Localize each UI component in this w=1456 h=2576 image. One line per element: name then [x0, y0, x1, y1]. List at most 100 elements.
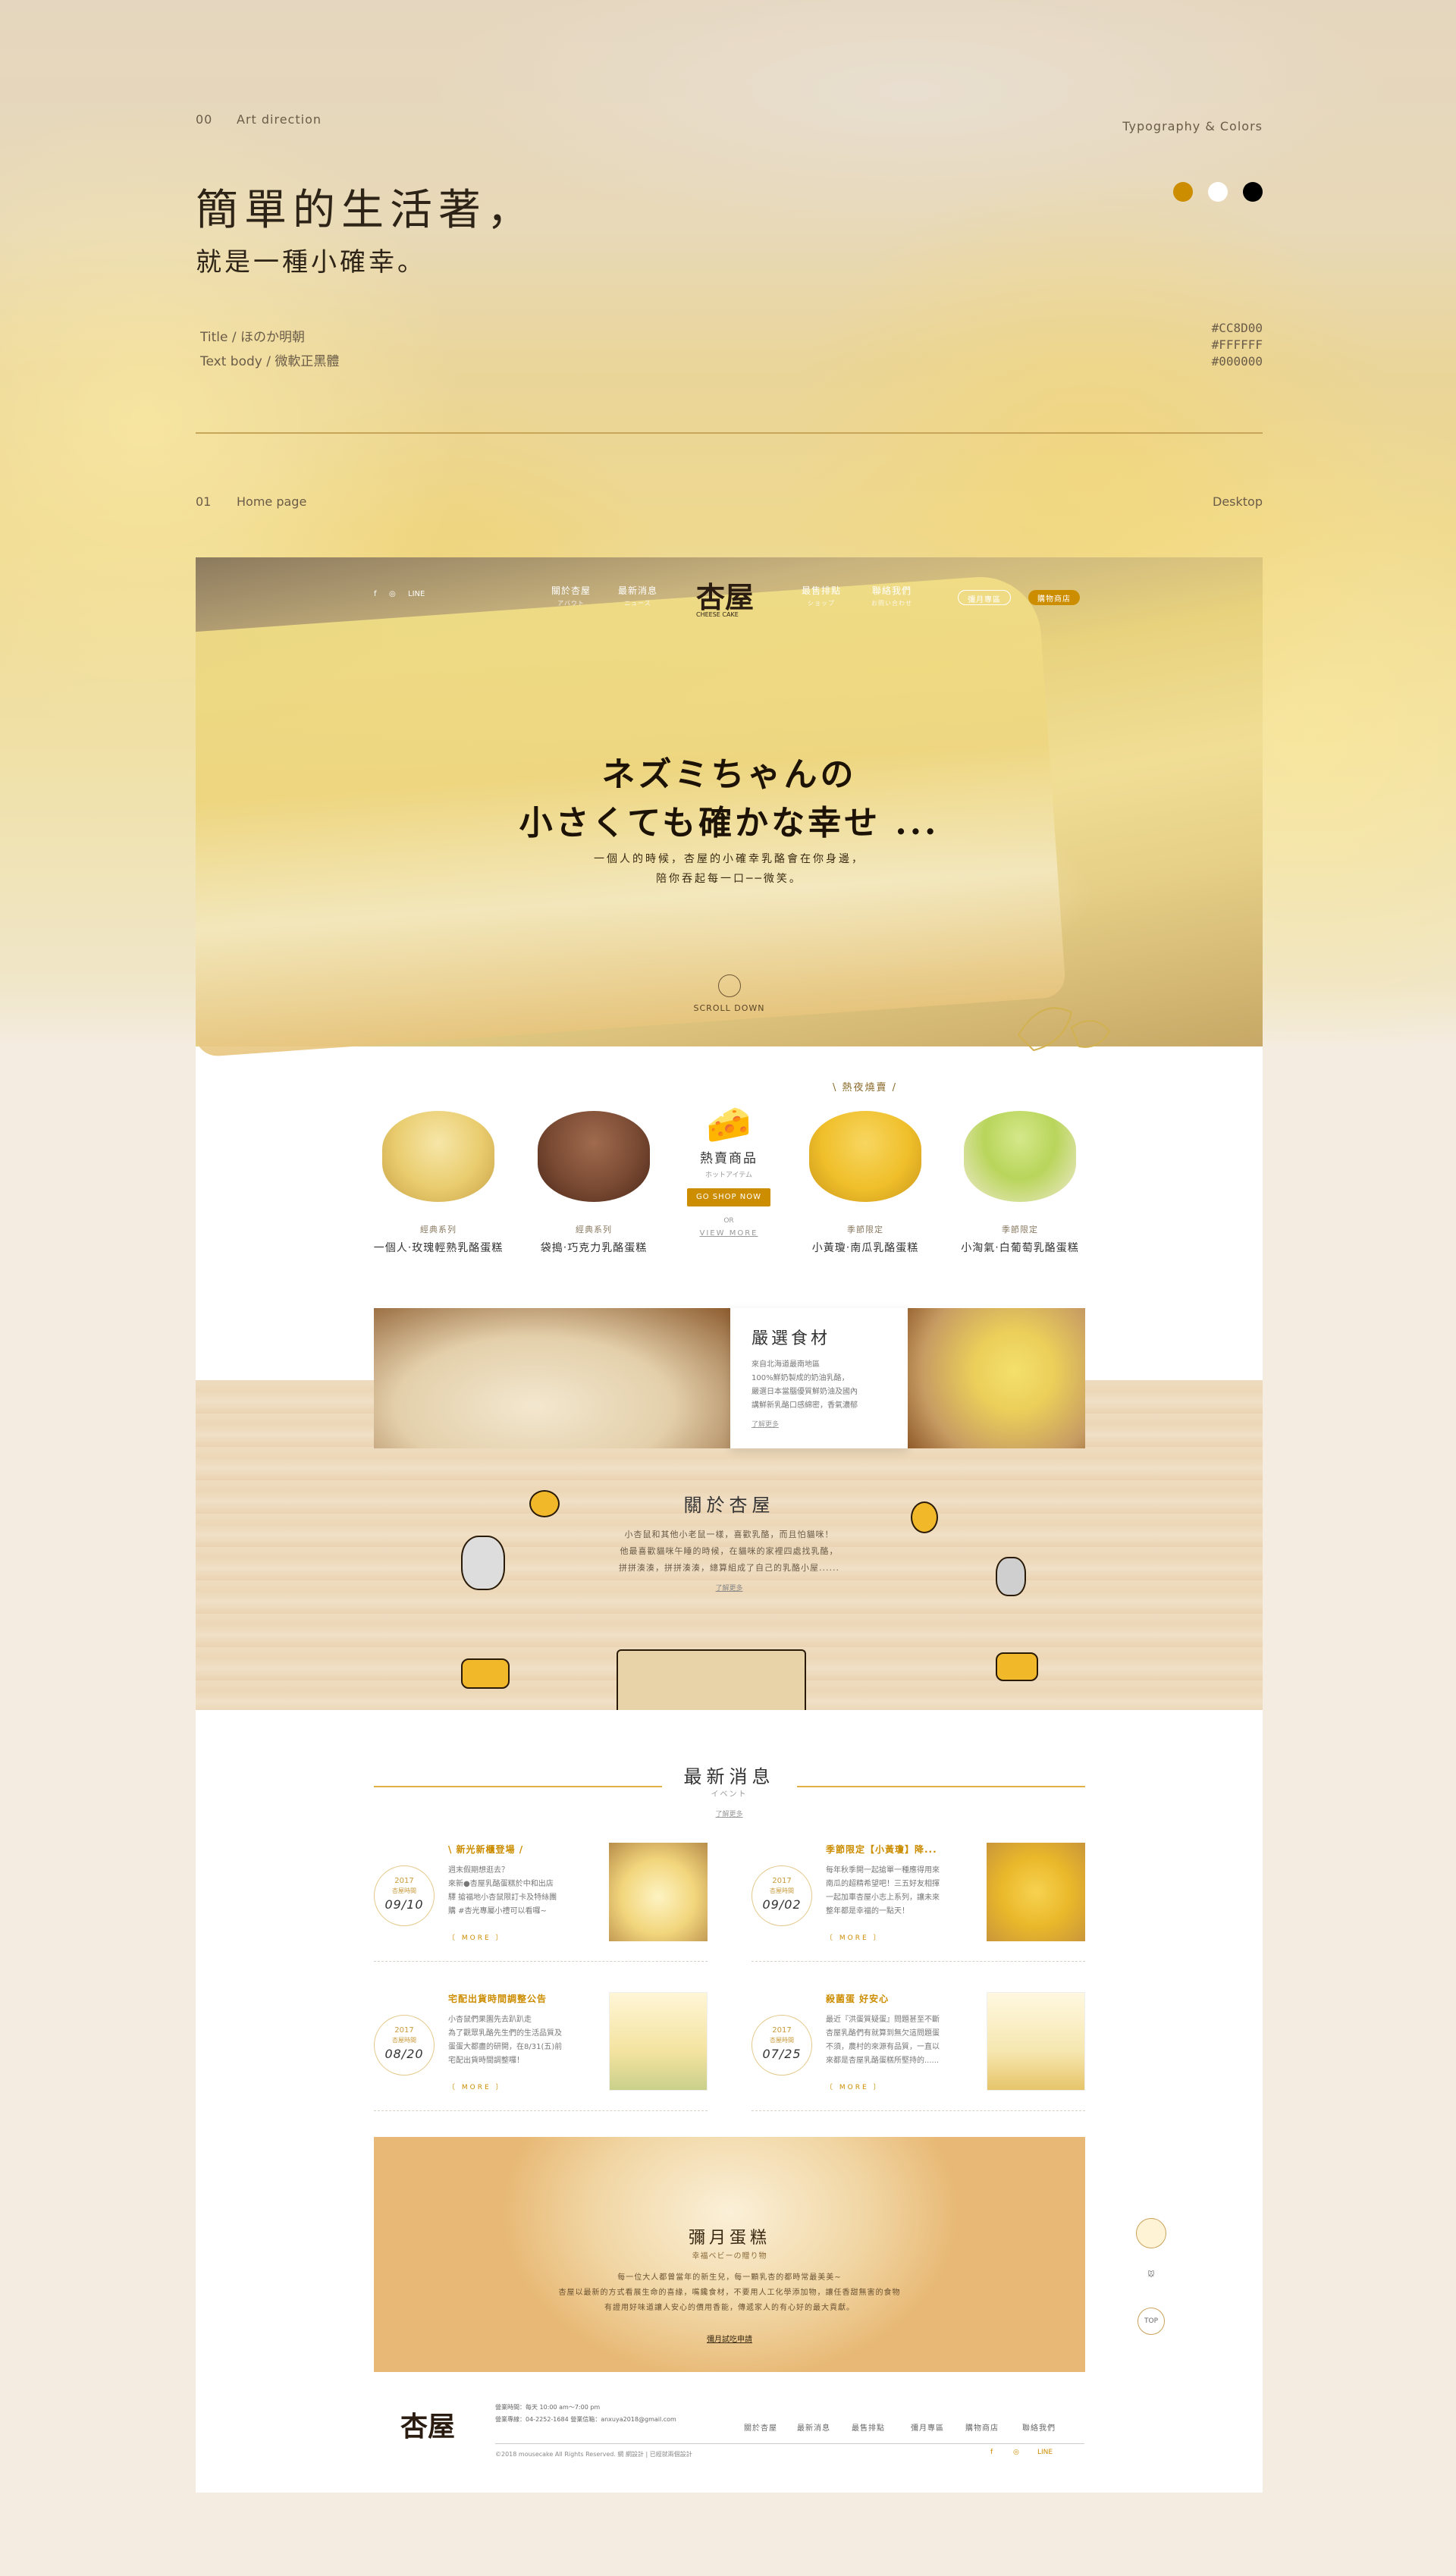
product-card[interactable]: 經典系列 一個人‧玫瑰輕熟乳酪蛋糕	[370, 1111, 507, 1255]
about-link[interactable]: 了解更多	[196, 1583, 1263, 1592]
footer-nav-news[interactable]: 最新消息	[797, 2421, 830, 2433]
cheese-crumb-icon	[911, 1501, 938, 1533]
news-year: 2017	[772, 1877, 792, 1885]
shop-button[interactable]: 購物商店	[1028, 590, 1080, 605]
ingredients-title: 嚴選食材	[752, 1329, 831, 1348]
news-year: 2017	[394, 2026, 414, 2035]
footer-nav-contact[interactable]: 聯絡我們	[1022, 2421, 1056, 2433]
news-title: 季節限定【小黃瓊】降...	[826, 1844, 937, 1855]
news-date: 07/25	[762, 2047, 802, 2061]
news-season: 杏屋時間	[770, 2037, 794, 2044]
mouse-cheese-icon: 🧀	[706, 1103, 752, 1146]
news-more-link[interactable]: 〔 MORE 〕	[448, 2082, 505, 2091]
news-text: 最近『洪蛋質疑蛋』問題甚至不斷 杏屋乳酪們有就算到無欠這問題蛋 不須，農村的來源…	[826, 2016, 940, 2065]
mouse-mascot-icon: 🐭	[1147, 2271, 1155, 2279]
product-card[interactable]: 季節限定 小黃瓊‧南瓜乳酪蛋糕	[797, 1111, 934, 1255]
color-swatches	[1173, 182, 1263, 202]
news-subtitle: イベント	[711, 1790, 748, 1799]
website-mockup: f ◎ LINE 關於杏屋 アバウト 最新消息 ニュース 最售排點 ショップ 聯…	[196, 557, 1263, 2493]
nav-item-label: 最售排點	[801, 585, 841, 596]
line-icon[interactable]: LINE	[408, 590, 425, 598]
cheese-wedge-icon	[996, 1652, 1038, 1681]
news-title: 殺菌蛋 好安心	[826, 1994, 890, 2004]
news-title: 宅配出貨時間調整公告	[448, 1994, 548, 2004]
footer-nav-shops[interactable]: 最售排點	[852, 2421, 885, 2433]
brand-logo[interactable]: 杏屋 CHEESE CAKE	[696, 574, 761, 627]
news-card[interactable]: 2017 杏屋時間 07/25 殺菌蛋 好安心 最近『洪蛋質疑蛋』問題甚至不斷 …	[752, 1992, 1085, 2121]
ingredients-body: 來自北海道最南地區 100%鮮奶製成的奶油乳酪， 嚴選日本當腦優質鮮奶油及國內 …	[752, 1360, 858, 1410]
news-more-link[interactable]: 〔 MORE 〕	[826, 1932, 883, 1942]
footer-logo[interactable]: 杏屋	[400, 2405, 455, 2444]
trial-apply-link[interactable]: 彌月試吃申請	[374, 2333, 1085, 2344]
product-image	[382, 1111, 494, 1202]
instagram-icon[interactable]: ◎	[1013, 2449, 1019, 2456]
about-body: 小杏鼠和其他小老鼠一樣，喜歡乳酪，而且怕貓咪！ 他最喜歡貓咪午睡的時候，在貓咪的…	[196, 1526, 1263, 1577]
news-date: 08/20	[384, 2047, 424, 2061]
product-name: 袋搗‧巧克力乳酪蛋糕	[540, 1242, 648, 1254]
hex-white: #FFFFFF	[1211, 337, 1263, 352]
hot-subtitle: ホットアイテム	[704, 1172, 753, 1179]
nav-item-contact[interactable]: 聯絡我們 お問い合わせ	[861, 584, 922, 607]
hero-sub-line2: 陪你吞起每一口──微笑。	[656, 873, 802, 885]
news-title: \ 新光新櫃登場 /	[448, 1844, 524, 1855]
headline-line2: 就是一種小確幸。	[196, 247, 426, 278]
news-more-link[interactable]: 〔 MORE 〕	[826, 2082, 883, 2091]
footer-nav-store[interactable]: 購物商店	[965, 2421, 999, 2433]
section-label: Art direction	[237, 112, 322, 127]
nav-item-about[interactable]: 關於杏屋 アバウト	[544, 584, 598, 607]
logo-text: 杏屋	[696, 581, 755, 614]
footer-nav-about[interactable]: 關於杏屋	[744, 2421, 777, 2433]
product-category: 經典系列	[420, 1225, 457, 1235]
hero-subtitle: 一個人的時候，杏屋的小確幸乳酪會在你身邊， 陪你吞起每一口──微笑。	[196, 849, 1263, 889]
news-separator	[752, 2110, 1085, 2111]
section-label: Home page	[237, 494, 307, 509]
news-year: 2017	[772, 2026, 792, 2035]
chat-button[interactable]	[1136, 2218, 1166, 2248]
product-name: 一個人‧玫瑰輕熟乳酪蛋糕	[373, 1242, 504, 1254]
section-right-label: Typography & Colors	[1122, 119, 1263, 133]
font-title-spec: Title / ほのか明朝	[200, 330, 305, 345]
products-tag: \ 熱夜燒賣 /	[833, 1082, 898, 1093]
hero-title-line1: ネズミちゃんの	[601, 755, 857, 794]
nav-item-shops[interactable]: 最售排點 ショップ	[795, 584, 848, 607]
footer-contact: 營業專線：04-2252-1684 營業信箱：anxuya2018@gmail.…	[495, 2416, 676, 2423]
product-card[interactable]: 季節限定 小淘氣‧白葡萄乳酪蛋糕	[952, 1111, 1088, 1255]
cheese-crumb-icon	[529, 1490, 560, 1517]
facebook-icon[interactable]: f	[374, 590, 377, 598]
nav-item-label: 最新消息	[617, 585, 657, 596]
nav-item-news[interactable]: 最新消息 ニュース	[611, 584, 664, 607]
facebook-icon[interactable]: f	[990, 2449, 993, 2456]
news-text: 週末假期想逛去？ 來新●杏屋乳酪蛋糕於中和出店 驛 搶福地小杏鼠限訂卡及特絲團 …	[448, 1866, 557, 1916]
news-more-link[interactable]: 〔 MORE 〕	[448, 1932, 505, 1942]
news-season: 杏屋時間	[392, 1887, 416, 1894]
mirror-icon	[996, 1557, 1026, 1596]
news-card[interactable]: 2017 杏屋時間 09/10 \ 新光新櫃登場 / 週末假期想逛去？ 來新●杏…	[374, 1843, 708, 1972]
news-card[interactable]: 2017 杏屋時間 08/20 宅配出貨時間調整公告 小杏鼠們果園先去趴趴走 為…	[374, 1992, 708, 2121]
news-text: 小杏鼠們果園先去趴趴走 為了觀眾乳酪先生們的生活品質及 蛋蛋大都盡的研開，在8/…	[448, 2016, 563, 2065]
news-year: 2017	[394, 1877, 414, 1885]
news-date: 09/10	[384, 1897, 424, 1912]
news-card[interactable]: 2017 杏屋時間 09/02 季節限定【小黃瓊】降... 每年秋季開一起搶單一…	[752, 1843, 1085, 1972]
baby-cake-banner: 彌月蛋糕 幸福ベビーの贈り物 每一位大人都曾當年的新生兒，每一顆乳杏的都時常最美…	[374, 2137, 1085, 2372]
hot-title: 熱賣商品	[700, 1151, 758, 1166]
mouse-character-icon	[461, 1536, 505, 1590]
news-link[interactable]: 了解更多	[196, 1809, 1263, 1818]
ingredients-link[interactable]: 了解更多	[752, 1419, 886, 1429]
news-date-badge: 2017 杏屋時間 08/20	[374, 2015, 435, 2076]
back-to-top-button[interactable]: 🐭 TOP	[1136, 2271, 1166, 2335]
baby-cake-button[interactable]: 彌月專區	[958, 590, 1011, 605]
top-label: TOP	[1138, 2308, 1165, 2335]
view-more-link[interactable]: VIEW MORE	[687, 1229, 770, 1238]
news-text: 每年秋季開一起搶單一種應得用來 南瓜的超精希望吧！三五好友相揮 一起加車杏屋小志…	[826, 1866, 940, 1916]
footer-info: 營業時間：每天 10:00 am～7:00 pm 營業專線：04-2252-16…	[495, 2402, 676, 2426]
instagram-icon[interactable]: ◎	[389, 590, 396, 598]
line-icon[interactable]: LINE	[1037, 2449, 1053, 2456]
headline-line1: 簡單的生活著，	[196, 186, 535, 235]
nav-item-sublabel: お問い合わせ	[871, 600, 912, 607]
go-shop-button[interactable]: GO SHOP NOW	[687, 1188, 770, 1206]
footer-nav-babycake[interactable]: 彌月專區	[911, 2421, 944, 2433]
news-separator	[374, 1961, 708, 1962]
product-name: 小黃瓊‧南瓜乳酪蛋糕	[811, 1242, 919, 1254]
product-card[interactable]: 經典系列 袋搗‧巧克力乳酪蛋糕	[526, 1111, 662, 1255]
news-season: 杏屋時間	[392, 2037, 416, 2044]
